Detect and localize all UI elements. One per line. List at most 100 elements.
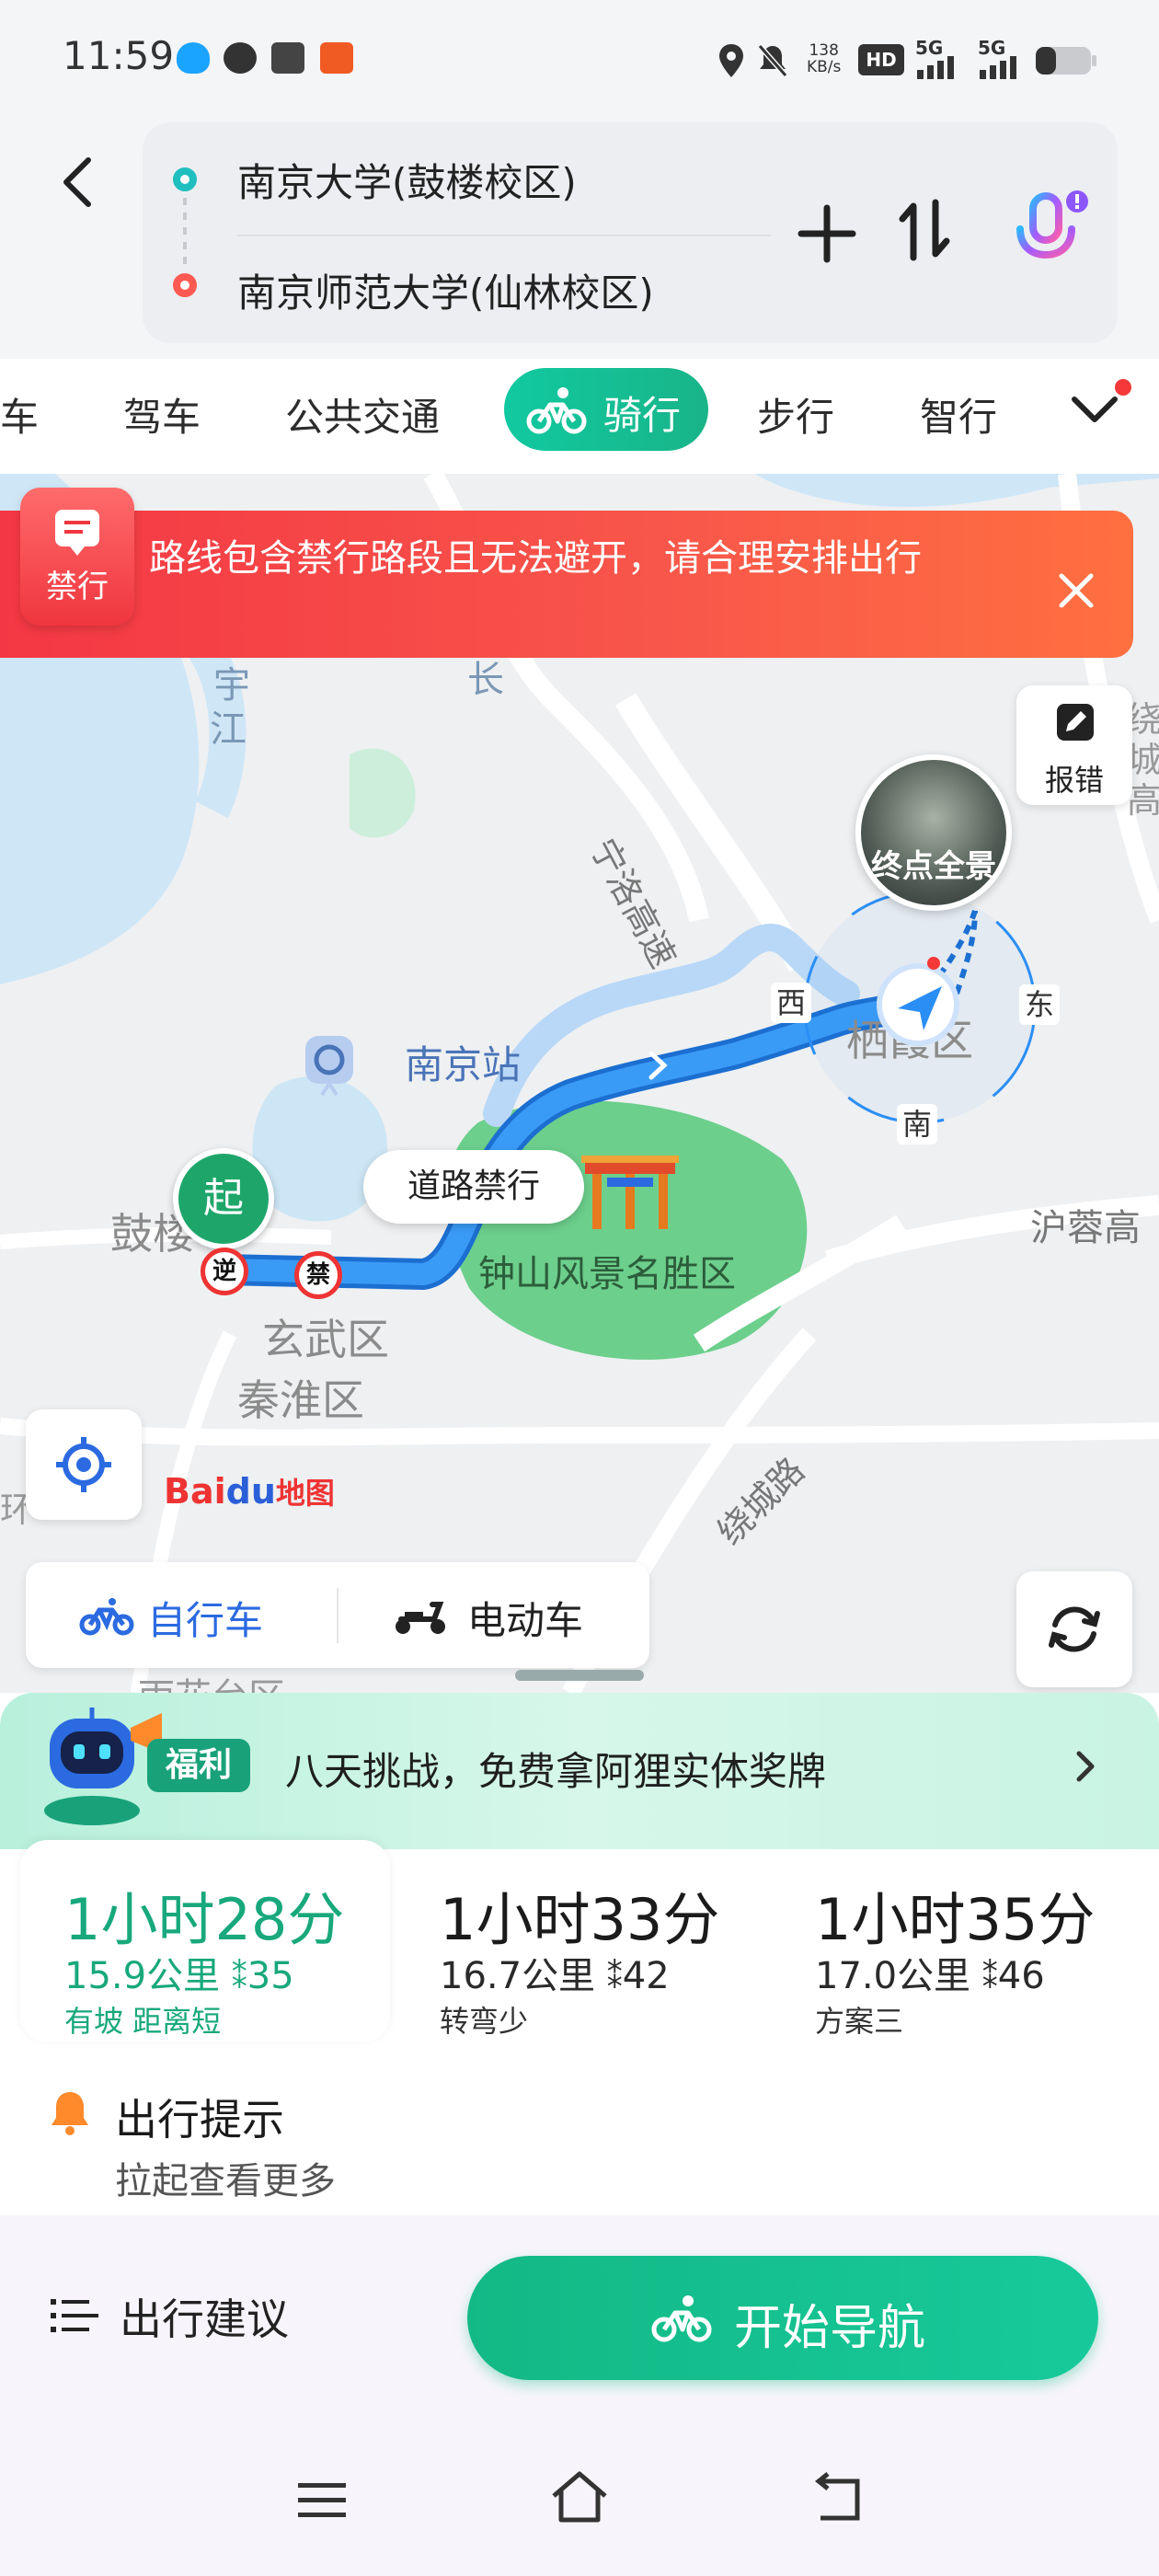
mute-icon <box>757 44 788 77</box>
route-time: 1小时35分 <box>815 1886 1096 1953</box>
destination-dot-icon <box>173 273 197 297</box>
compass-south: 南 <box>897 1104 937 1144</box>
reverse-sign: 逆 <box>201 1248 248 1295</box>
end-view-label: 终点全景 <box>871 848 996 885</box>
bicycle-icon <box>79 1598 134 1636</box>
qq-icon <box>177 42 210 74</box>
route-option-2[interactable]: 1小时33分 16.7公里 ⁑42 转弯少 <box>396 1840 765 2042</box>
map-label-qinhuai: 秦淮区 <box>237 1375 364 1425</box>
net-speed: 138 KB/s <box>807 41 842 76</box>
input-divider <box>237 235 771 236</box>
message-icon <box>224 42 257 74</box>
tab-partial[interactable]: 车 <box>0 386 39 443</box>
refresh-route-button[interactable] <box>1016 1571 1132 1687</box>
travel-tips-title: 出行提示 <box>115 2095 284 2145</box>
edit-icon <box>1057 704 1094 741</box>
system-navigation-bar <box>0 2441 1159 2576</box>
traffic-light-icon: ⁑ <box>981 1960 998 1996</box>
tab-walk[interactable]: 步行 <box>757 386 834 443</box>
report-error-button[interactable]: 报错 <box>1016 685 1132 805</box>
ban-sign-icon <box>55 510 99 556</box>
refresh-icon <box>1049 1606 1100 1652</box>
destination-marker <box>927 957 940 970</box>
status-bar: 11:59 138 KB/s HD 5G 5G <box>0 0 1159 110</box>
destination-field[interactable]: 南京师范大学(仙林校区) <box>237 262 654 318</box>
map-label-zhongshan: 钟山风景名胜区 <box>478 1253 736 1295</box>
menu-icon[interactable] <box>296 2478 348 2522</box>
compass-east: 东 <box>1019 984 1060 1025</box>
destination-panorama-button[interactable]: 终点全景 <box>855 754 1012 911</box>
route-time: 1小时33分 <box>440 1886 720 1953</box>
list-icon <box>51 2299 98 2332</box>
route-tag: 方案三 <box>815 2004 904 2039</box>
route-tag: 转弯少 <box>440 2004 529 2039</box>
mascot-robot-icon <box>44 1708 162 1825</box>
route-tag: 有坡 距离短 <box>64 2004 222 2039</box>
chevron-right-icon[interactable] <box>1072 1746 1099 1787</box>
vehicle-bike-label: 自行车 <box>147 1598 264 1643</box>
ban-badge: 禁行 <box>20 488 134 626</box>
close-banner-icon[interactable] <box>1049 563 1104 618</box>
map-label-station: 南京站 <box>305 1034 521 1097</box>
more-modes-chevron-icon[interactable] <box>1067 386 1122 432</box>
map-label-xuanwu: 玄武区 <box>262 1315 389 1364</box>
route-time: 1小时28分 <box>64 1886 345 1953</box>
back-arrow-icon[interactable] <box>55 155 101 210</box>
landmark-gate-icon <box>581 1156 679 1229</box>
battery-icon <box>1036 47 1096 75</box>
crosshair-icon <box>56 1437 111 1492</box>
app-icon <box>271 42 304 74</box>
vehicle-selector: 自行车 电动车 <box>26 1562 649 1668</box>
tab-smart[interactable]: 智行 <box>920 386 997 443</box>
vehicle-ebike-label: 电动车 <box>467 1598 584 1643</box>
travel-advice-label: 出行建议 <box>120 2294 289 2344</box>
banner-message: 路线包含禁行路段且无法避开，请合理安排出行 <box>149 537 922 580</box>
traffic-light-icon: ⁑ <box>606 1960 623 1996</box>
bicycle-icon <box>526 387 587 434</box>
start-navigation-button[interactable]: 开始导航 <box>467 2256 1098 2380</box>
hd-badge: HD <box>858 44 904 75</box>
bell-icon <box>52 2092 88 2135</box>
promo-tag: 福利 <box>147 1739 250 1792</box>
route-distance-row: 16.7公里 ⁑42 <box>440 1955 670 1997</box>
start-pin[interactable]: 起 <box>173 1148 274 1249</box>
bicycle-icon <box>651 2295 712 2342</box>
back-nav-icon[interactable] <box>811 2472 865 2524</box>
ban-badge-label: 禁行 <box>46 569 109 605</box>
baidu-map-logo: Baidu地图 <box>164 1471 335 1512</box>
tab-transit[interactable]: 公共交通 <box>285 386 440 443</box>
map-label-hurong: 沪蓉高 <box>1030 1207 1141 1249</box>
report-label: 报错 <box>1044 763 1104 798</box>
route-distance-row: 15.9公里 ⁑35 <box>64 1955 294 1997</box>
swap-icon[interactable] <box>897 193 952 267</box>
origin-dot-icon <box>173 167 197 191</box>
ban-sign: 禁 <box>294 1251 342 1299</box>
home-icon[interactable] <box>548 2468 611 2525</box>
map-label-yu: 宇 <box>213 664 250 707</box>
compass-west: 西 <box>771 983 811 1023</box>
road-ban-tag[interactable]: 道路禁行 <box>363 1150 584 1224</box>
status-time: 11:59 <box>63 33 175 78</box>
tab-cycling[interactable]: 骑行 <box>504 368 708 451</box>
signal-icon-2 <box>980 56 1016 79</box>
tab-cycling-label: 骑行 <box>603 393 682 438</box>
route-options: 1小时28分 15.9公里 ⁑35 有坡 距离短 1小时33分 16.7公里 ⁑… <box>20 1840 1141 2042</box>
current-location-arrow-icon <box>877 963 959 1046</box>
voice-assistant-icon[interactable] <box>1007 189 1090 276</box>
traffic-light-icon: ⁑ <box>231 1960 247 1996</box>
train-station-icon <box>305 1036 353 1097</box>
start-navigation-label: 开始导航 <box>734 2301 926 2356</box>
signal-icon <box>917 56 954 79</box>
route-option-1[interactable]: 1小时28分 15.9公里 ⁑35 有坡 距离短 <box>20 1840 390 2042</box>
drag-handle[interactable] <box>515 1670 644 1681</box>
route-connector <box>183 198 187 267</box>
location-icon <box>719 44 743 77</box>
add-waypoint-icon[interactable] <box>796 202 858 265</box>
promo-text: 八天挑战，免费拿阿狸实体奖牌 <box>285 1749 827 1794</box>
scooter-icon <box>396 1602 445 1634</box>
travel-tips-subtitle[interactable]: 拉起查看更多 <box>115 2151 336 2204</box>
origin-field[interactable]: 南京大学(鼓楼校区) <box>237 152 577 208</box>
locate-me-button[interactable] <box>26 1409 142 1520</box>
tab-drive[interactable]: 驾车 <box>123 386 201 443</box>
route-option-3[interactable]: 1小时35分 17.0公里 ⁑46 方案三 <box>771 1840 1141 2042</box>
